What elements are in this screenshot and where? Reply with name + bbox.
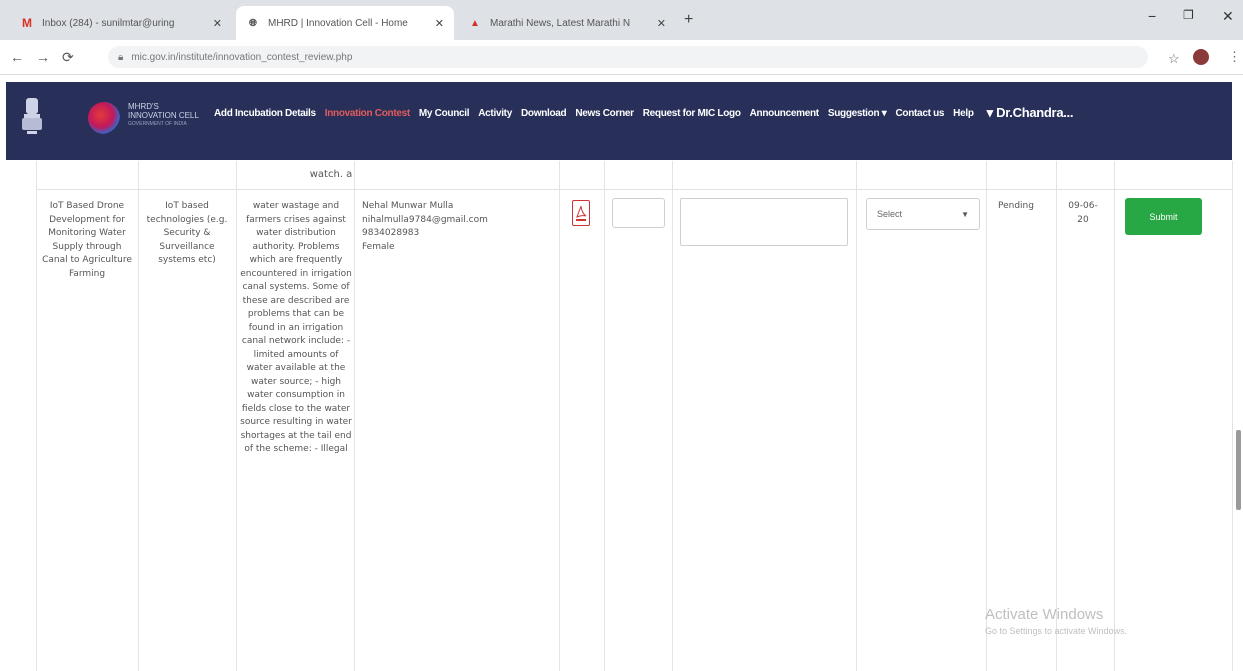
browser-menu-icon[interactable]: ⋮ xyxy=(1228,49,1241,65)
tab-title: MHRD | Innovation Cell - Home xyxy=(268,17,408,29)
globe-icon: 🌐︎ xyxy=(249,17,257,29)
previous-description-tail: watch. a xyxy=(309,169,353,180)
profile-avatar[interactable] xyxy=(1193,49,1209,65)
date-cell: 09-06-20 xyxy=(1068,201,1098,225)
remarks-textarea[interactable] xyxy=(680,198,848,246)
brand-line-1: MHRD'S xyxy=(128,102,159,111)
close-tab-icon[interactable]: ✕ xyxy=(435,17,444,30)
student-name: Nehal Munwar Mulla xyxy=(362,201,454,211)
table-row-previous: watch. a xyxy=(36,161,1232,190)
pdf-download-icon[interactable] xyxy=(572,200,590,226)
watermark-line-1: Activate Windows xyxy=(985,606,1104,623)
url-text: mic.gov.in/institute/innovation_contest_… xyxy=(131,51,353,63)
nav-contact-us[interactable]: Contact us xyxy=(895,108,944,119)
address-bar[interactable]: 🔒︎ mic.gov.in/institute/innovation_conte… xyxy=(108,46,1148,68)
tab-mhrd[interactable]: 🌐︎ MHRD | Innovation Cell - Home ✕ xyxy=(236,6,454,40)
tab-gmail[interactable]: M Inbox (284) - sunilmtar@uring ✕ xyxy=(10,6,232,40)
tab-title: Marathi News, Latest Marathi N xyxy=(490,17,631,29)
status-select[interactable]: Select ▼ xyxy=(866,198,980,230)
watermark-line-2: Go to Settings to activate Windows. xyxy=(985,626,1128,636)
lock-icon: 🔒︎ xyxy=(118,51,124,63)
new-tab-button[interactable]: + xyxy=(684,11,693,29)
column-divider xyxy=(354,161,355,671)
column-divider xyxy=(138,161,139,671)
bookmark-star-icon[interactable]: ☆ xyxy=(1168,51,1180,67)
student-email: nihalmulla9784@gmail.com xyxy=(362,214,488,225)
description-cell: water wastage and farmers crises against… xyxy=(240,201,352,454)
idea-title-cell: IoT Based Drone Development for Monitori… xyxy=(42,201,132,279)
column-divider xyxy=(1114,161,1115,671)
browser-tab-strip: M Inbox (284) - sunilmtar@uring ✕ 🌐︎ MHR… xyxy=(0,0,1243,40)
minimize-icon[interactable]: − xyxy=(1148,8,1156,24)
nav-request-mic-logo[interactable]: Request for MIC Logo xyxy=(643,108,741,119)
column-divider xyxy=(856,161,857,671)
nav-innovation-contest[interactable]: Innovation Contest xyxy=(325,108,410,119)
forward-icon[interactable]: → xyxy=(36,49,50,65)
back-icon[interactable]: ← xyxy=(10,49,24,65)
brand-line-2: INNOVATION CELL xyxy=(128,111,199,120)
column-divider xyxy=(1056,161,1057,671)
tab-title: Inbox (284) - sunilmtar@uring xyxy=(42,17,175,29)
news-icon: ▲ xyxy=(470,17,480,29)
mic-logo-icon xyxy=(88,102,120,134)
table-border xyxy=(36,161,37,671)
table-border xyxy=(1232,161,1233,671)
marks-input[interactable] xyxy=(612,198,665,228)
select-value: Select xyxy=(877,209,903,219)
student-details-cell: Nehal Munwar Mulla nihalmulla9784@gmail.… xyxy=(362,200,557,254)
page-scrollbar[interactable] xyxy=(1236,430,1241,510)
theme-cell: IoT based technologies (e.g. Security & … xyxy=(146,201,228,265)
nav-suggestion[interactable]: Suggestion ▾ xyxy=(828,108,887,119)
brand-text: MHRD'S INNOVATION CELL GOVERNMENT OF IND… xyxy=(128,102,199,129)
nav-activity[interactable]: Activity xyxy=(478,108,512,119)
student-gender: Female xyxy=(362,241,395,252)
reload-icon[interactable]: ⟳ xyxy=(62,49,74,66)
main-nav: Add Incubation Details Innovation Contes… xyxy=(214,105,1073,121)
nav-help[interactable]: Help xyxy=(953,108,974,119)
site-header: MHRD'S INNOVATION CELL GOVERNMENT OF IND… xyxy=(6,82,1232,160)
nav-add-incubation-details[interactable]: Add Incubation Details xyxy=(214,108,316,119)
activation-watermark: Activate Windows Go to Settings to activ… xyxy=(985,606,1127,636)
close-window-icon[interactable]: ✕ xyxy=(1222,8,1234,25)
nav-announcement[interactable]: Announcement xyxy=(750,108,819,119)
student-phone: 9834028983 xyxy=(362,228,420,238)
user-menu[interactable]: ▾ Dr.Chandra... xyxy=(987,105,1074,121)
status-cell: Pending xyxy=(998,201,1034,211)
column-divider xyxy=(559,161,560,671)
nav-download[interactable]: Download xyxy=(521,108,567,119)
tab-marathi-news[interactable]: ▲ Marathi News, Latest Marathi N ✕ xyxy=(458,6,676,40)
column-divider xyxy=(986,161,987,671)
column-divider xyxy=(672,161,673,671)
submit-button[interactable]: Submit xyxy=(1125,198,1202,235)
restore-icon[interactable]: ❐ xyxy=(1183,8,1194,22)
nav-my-council[interactable]: My Council xyxy=(419,108,470,119)
column-divider xyxy=(236,161,237,671)
brand-line-3: GOVERNMENT OF INDIA xyxy=(128,121,187,127)
column-divider xyxy=(604,161,605,671)
nav-news-corner[interactable]: News Corner xyxy=(575,108,634,119)
close-tab-icon[interactable]: ✕ xyxy=(657,17,666,30)
chevron-down-icon: ▼ xyxy=(961,209,969,219)
browser-toolbar: ← → ⟳ 🔒︎ mic.gov.in/institute/innovation… xyxy=(0,40,1243,75)
close-tab-icon[interactable]: ✕ xyxy=(213,17,222,30)
gmail-icon: M xyxy=(22,16,32,30)
national-emblem-icon xyxy=(22,98,42,134)
